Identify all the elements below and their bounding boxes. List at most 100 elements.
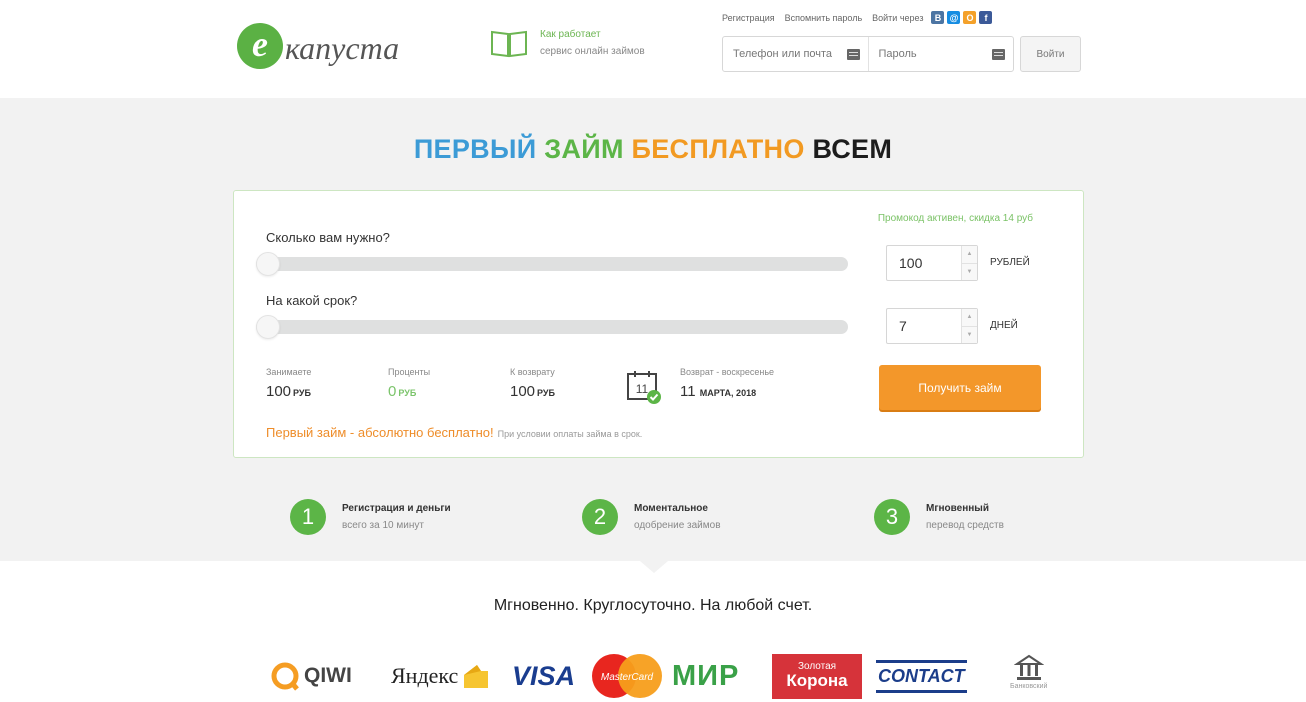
- how-it-works-subtitle: сервис онлайн займов: [540, 46, 645, 57]
- login-form: Телефон или почта Пароль Войти: [722, 36, 1081, 72]
- borrow-label: Занимаете: [266, 367, 312, 377]
- step-number: 1: [290, 499, 326, 535]
- return-date-label: Возврат - воскресенье: [680, 367, 775, 377]
- term-increment[interactable]: ▲: [962, 309, 977, 326]
- term-stepper[interactable]: ▲ ▼: [886, 308, 978, 344]
- free-loan-notice: Первый займ - абсолютно бесплатно! При ус…: [266, 425, 642, 440]
- login-field[interactable]: Телефон или почта: [723, 37, 868, 71]
- return-amount-label: К возврату: [510, 367, 555, 377]
- amount-decrement[interactable]: ▼: [962, 262, 977, 280]
- bank-text: Банковский: [1010, 683, 1048, 690]
- visa-text: VISA: [512, 660, 576, 691]
- mastercard-logo: MasterCard: [590, 651, 664, 701]
- return-amount-unit: РУБ: [537, 388, 555, 398]
- promo-code-notice[interactable]: Промокод активен, скидка 14 руб: [878, 213, 1033, 224]
- borrow-value: 100: [266, 383, 292, 400]
- interest-label: Проценты: [388, 367, 431, 377]
- mastercard-text: MasterCard: [601, 672, 654, 683]
- step-1: 1 Регистрация и деньги всего за 10 минут: [290, 499, 451, 535]
- visa-logo: VISA: [512, 651, 575, 701]
- header: e капуста Как работает сервис онлайн зай…: [0, 0, 1306, 98]
- term-slider[interactable]: [256, 315, 848, 339]
- return-date: Возврат - воскресенье 11 МАРТА, 2018: [680, 367, 774, 400]
- page-headline: ПЕРВЫЙ ЗАЙМ БЕСПЛАТНО ВСЕМ: [0, 134, 1306, 165]
- term-unit: ДНЕЙ: [990, 320, 1018, 331]
- contact-logo: CONTACT: [876, 651, 967, 701]
- login-fields: Телефон или почта Пароль: [722, 36, 1014, 72]
- step-title: Моментальное: [634, 503, 708, 514]
- calendar-icon: 11: [626, 369, 661, 404]
- headline-word-2: ЗАЙМ: [544, 134, 624, 164]
- get-loan-button[interactable]: Получить займ: [879, 365, 1041, 410]
- borrow-unit: РУБ: [293, 388, 311, 398]
- step-title: Мгновенный: [926, 503, 989, 514]
- amount-input[interactable]: [887, 255, 957, 271]
- term-input[interactable]: [887, 318, 957, 334]
- keyboard-icon[interactable]: [992, 49, 1005, 60]
- headline-word-4: ВСЕМ: [812, 134, 893, 164]
- headline-word-3: БЕСПЛАТНО: [631, 134, 805, 164]
- amount-slider[interactable]: [256, 252, 848, 276]
- login-via-label: Войти через: [872, 12, 924, 23]
- band-notch: [640, 561, 668, 573]
- qiwi-text: QIWI: [304, 664, 352, 687]
- amount-question: Сколько вам нужно?: [266, 230, 390, 245]
- payment-methods: QIWI Яндекс VISA MasterCard МИР Золотая …: [270, 651, 1070, 701]
- step-3: 3 Мгновенный перевод средств: [874, 499, 1004, 535]
- return-day: 11: [680, 383, 696, 400]
- password-placeholder: Пароль: [878, 48, 917, 60]
- step-subtitle: одобрение займов: [634, 520, 721, 531]
- logo[interactable]: e капуста: [237, 23, 399, 69]
- odnoklassniki-icon[interactable]: О: [963, 11, 977, 24]
- bank-transfer-logo: Банковский: [1010, 651, 1047, 701]
- amount-stepper[interactable]: ▲ ▼: [886, 245, 978, 281]
- step-number: 3: [874, 499, 910, 535]
- yandex-text: Яндекс: [391, 663, 459, 688]
- term-slider-handle[interactable]: [256, 315, 280, 339]
- facebook-icon[interactable]: f: [979, 11, 993, 24]
- how-it-works-title: Как работает: [540, 29, 601, 40]
- qiwi-icon: [271, 662, 299, 691]
- amount-slider-handle[interactable]: [256, 252, 280, 276]
- mir-text: МИР: [672, 659, 740, 692]
- term-question: На какой срок?: [266, 293, 358, 308]
- step-subtitle: всего за 10 минут: [342, 520, 424, 531]
- yandex-wallet-icon: [464, 665, 489, 688]
- login-placeholder: Телефон или почта: [733, 48, 833, 60]
- interest-unit: РУБ: [398, 388, 417, 398]
- logo-text: капуста: [285, 29, 400, 66]
- register-link[interactable]: Регистрация: [722, 13, 775, 23]
- qiwi-logo: QIWI: [270, 651, 352, 701]
- amount-increment[interactable]: ▲: [962, 246, 977, 263]
- loan-calculator: Промокод активен, скидка 14 руб Сколько …: [233, 190, 1084, 458]
- interest-value: 0: [388, 383, 397, 400]
- how-it-works-link[interactable]: Как работает сервис онлайн займов: [490, 26, 645, 60]
- top-links: Регистрация Вспомнить пароль Войти через…: [722, 11, 993, 24]
- calendar-day: 11: [636, 382, 649, 396]
- vk-icon[interactable]: В: [931, 11, 945, 24]
- term-decrement[interactable]: ▼: [962, 325, 977, 343]
- step-title: Регистрация и деньги: [342, 503, 451, 514]
- headline-word-1: ПЕРВЫЙ: [413, 134, 537, 164]
- step-number: 2: [582, 499, 618, 535]
- return-month: МАРТА, 2018: [699, 388, 757, 398]
- book-icon: [490, 28, 528, 58]
- free-loan-condition: При условии оплаты займа в срок.: [497, 429, 643, 439]
- korona-line-2: Корона: [786, 671, 848, 691]
- password-field[interactable]: Пароль: [867, 37, 1014, 71]
- yandex-logo: Яндекс: [391, 651, 491, 701]
- login-button[interactable]: Войти: [1020, 36, 1081, 72]
- step-subtitle: перевод средств: [926, 520, 1004, 531]
- return-amount-value: 100: [510, 383, 536, 400]
- free-loan-text: Первый займ - абсолютно бесплатно!: [266, 425, 494, 440]
- keyboard-icon[interactable]: [846, 49, 860, 60]
- mail-icon[interactable]: @: [947, 11, 961, 24]
- mastercard-icon: MasterCard: [592, 654, 662, 698]
- social-login: В @ О f: [931, 11, 993, 24]
- forgot-password-link[interactable]: Вспомнить пароль: [785, 13, 863, 23]
- tagline: Мгновенно. Круглосуточно. На любой счет.: [493, 597, 813, 614]
- bank-icon: [1013, 654, 1044, 680]
- logo-mark: e: [237, 23, 283, 69]
- step-2: 2 Моментальное одобрение займов: [582, 499, 721, 535]
- mir-logo: МИР: [672, 651, 739, 701]
